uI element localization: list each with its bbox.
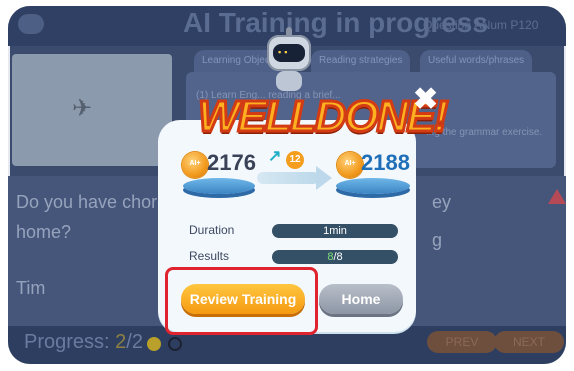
- badge-label: AI+: [189, 160, 201, 167]
- airplane-icon: ✈: [72, 95, 93, 122]
- question-text: home?: [16, 222, 72, 242]
- badge-label: AI+: [344, 160, 356, 167]
- duration-value: 1min: [272, 224, 398, 238]
- home-button[interactable]: Home: [319, 284, 403, 314]
- progress-dot-empty: [168, 337, 182, 351]
- screen: AI Training in progress Question ANum P1…: [0, 0, 574, 371]
- score-gain: 12: [286, 151, 304, 169]
- duration-label: Duration: [189, 223, 235, 237]
- results-value: 8/8: [272, 250, 398, 264]
- welldone-banner: WELLDONE!: [196, 91, 449, 148]
- tab-reading-strategies[interactable]: Reading strategies: [311, 50, 411, 72]
- score-arrow-head: [316, 166, 332, 190]
- prev-button[interactable]: PREV: [427, 331, 497, 353]
- progress-label: Progress:: [24, 331, 116, 353]
- question-text: ey: [432, 192, 452, 212]
- tab-useful-words[interactable]: Useful words/phrases: [420, 50, 533, 72]
- results-total: /8: [333, 251, 343, 263]
- welldone-text: WELLDONE!: [196, 91, 449, 143]
- next-button[interactable]: NEXT: [494, 331, 564, 353]
- warning-icon[interactable]: [548, 189, 566, 204]
- highlight-box: [165, 267, 318, 335]
- ai-badge-icon: AI+: [182, 152, 208, 178]
- question-image: ✈: [12, 54, 172, 166]
- progress-total: /2: [126, 331, 143, 353]
- new-score-pedestal: [336, 178, 410, 194]
- close-icon[interactable]: ✖: [413, 82, 438, 117]
- question-text: Do you have chore: [16, 192, 168, 212]
- ai-badge-icon: AI+: [337, 152, 363, 178]
- progress-current: 2: [115, 331, 127, 353]
- trend-up-icon: ↗: [268, 148, 282, 165]
- results-label: Results: [189, 249, 230, 263]
- progress-indicator: Progress: 2/2: [24, 331, 143, 354]
- back-button[interactable]: [18, 14, 44, 34]
- robot-mascot-icon: ▪▪: [264, 27, 314, 97]
- old-score: 2176: [207, 150, 256, 175]
- new-score: 2188: [361, 150, 410, 175]
- question-number: Question ANum P120: [423, 18, 539, 32]
- question-text: g: [432, 230, 443, 250]
- score-arrow: [257, 172, 319, 184]
- speaker-name: Tim: [16, 278, 46, 298]
- progress-dot-filled: [147, 337, 161, 351]
- old-score-pedestal: [183, 178, 255, 194]
